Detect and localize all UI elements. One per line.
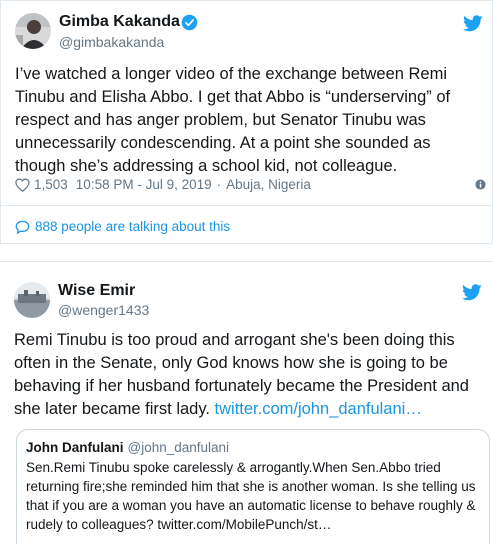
tweet-text: Remi Tinubu is too proud and arrogant sh…: [14, 329, 482, 421]
speech-bubble-icon: [15, 220, 30, 234]
author-handle[interactable]: @gimbakakanda: [59, 34, 164, 50]
verified-badge-icon: [181, 14, 198, 31]
conversation-count: 888 people are talking about this: [35, 219, 231, 234]
quoted-tweet-header: John Danfulani @john_danfulani: [26, 440, 480, 455]
avatar[interactable]: [14, 282, 50, 318]
tweet-separator: [0, 243, 493, 261]
conversation-link[interactable]: 888 people are talking about this: [15, 219, 230, 234]
tweet-link[interactable]: twitter.com/john_danfulani…: [215, 400, 422, 418]
divider: [1, 205, 493, 206]
tweet-time[interactable]: 10:58 PM - Jul 9, 2019: [76, 177, 212, 192]
quoted-author-handle: @john_danfulani: [127, 440, 230, 455]
author-handle[interactable]: @wenger1433: [58, 302, 149, 318]
tweet-meta: 1,503 10:58 PM - Jul 9, 2019 · Abuja, Ni…: [15, 177, 311, 192]
tweet-location[interactable]: Abuja, Nigeria: [226, 177, 311, 192]
like-count[interactable]: 1,503: [34, 177, 68, 192]
tweet-text: I’ve watched a longer video of the excha…: [15, 65, 451, 175]
quoted-tweet[interactable]: John Danfulani @john_danfulani Sen.Remi …: [16, 429, 490, 544]
info-icon[interactable]: [475, 179, 486, 190]
quoted-tweet-text: Sen.Remi Tinubu spoke carelessly & arrog…: [26, 460, 476, 532]
meta-dot: ·: [216, 177, 222, 192]
twitter-bird-icon[interactable]: [463, 15, 483, 32]
author-name[interactable]: Wise Emir: [58, 282, 135, 300]
avatar[interactable]: [15, 13, 51, 49]
author-name[interactable]: Gimba Kakanda: [59, 13, 180, 31]
tweet-card-gimba: Gimba Kakanda @gimbakakanda I’ve watched…: [0, 0, 493, 243]
quoted-author-name: John Danfulani: [26, 440, 124, 455]
twitter-bird-icon[interactable]: [462, 284, 482, 301]
heart-icon[interactable]: [15, 177, 30, 192]
